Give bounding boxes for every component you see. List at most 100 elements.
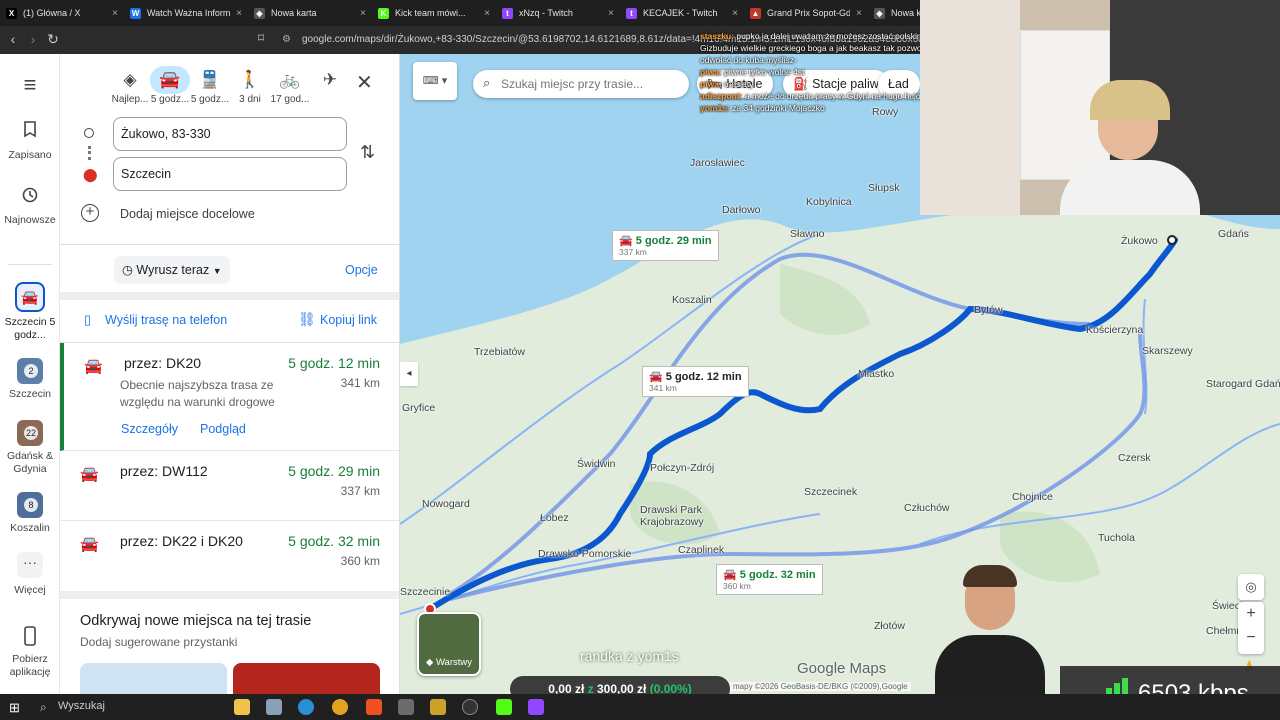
browser-tab[interactable]: ◈ Nowa karta × [248,0,372,26]
twitch-icon[interactable] [528,699,544,715]
town-label[interactable]: Człuchów [904,502,950,514]
back-icon[interactable]: ‹ [4,31,22,47]
browser-tab[interactable]: K Kick team mówi... × [372,0,496,26]
town-label[interactable]: Żukowo [1121,235,1158,247]
browser-tab[interactable]: t xNzq - Twitch × [496,0,620,26]
route-option-3[interactable]: 🚘 przez: DK22 i DK20 5 godz. 32 min 360 … [60,521,399,591]
town-label[interactable]: Jarosławiec [690,157,745,169]
windows-start-icon[interactable]: ⊞ [9,700,20,716]
travel-mode-flight[interactable]: ✈ [308,66,352,94]
add-destination-icon[interactable]: + [81,204,99,222]
route-search-input[interactable] [501,74,681,94]
town-label[interactable]: Nowogard [422,498,470,510]
route-preview-link[interactable]: Podgląd [200,422,246,436]
browser-tab[interactable]: t KECAJEK - Twitch × [620,0,744,26]
kick-icon[interactable] [496,699,512,715]
close-directions-icon[interactable]: ✕ [356,70,373,95]
town-label[interactable]: Szczecinie [400,586,450,598]
browser-tab[interactable]: X (1) Główna / X × [0,0,124,26]
town-label[interactable]: Drawsko Pomorskie [538,548,631,560]
zoom-in-button[interactable]: + [1238,602,1264,626]
town-label[interactable]: Szczecinek [804,486,857,498]
tab-close-icon[interactable]: × [856,8,862,19]
app-icon[interactable] [266,699,282,715]
route-option-2[interactable]: 🚘 przez: DW112 5 godz. 29 min 337 km [60,451,399,521]
file-explorer-icon[interactable] [234,699,250,715]
edge-icon[interactable] [298,699,314,715]
rail-recent-place[interactable]: 2 Szczecin [0,358,60,401]
layers-button[interactable]: ◆ Warstwy [417,612,481,676]
suggested-stop-card[interactable] [233,663,380,694]
app-icon[interactable] [398,699,414,715]
app-icon[interactable] [430,699,446,715]
route-search-box[interactable]: ⌕ [473,70,689,98]
zoom-out-button[interactable]: − [1238,626,1264,650]
town-label[interactable]: Złotów [874,620,905,632]
rail-more[interactable]: ··· Więcej [0,552,60,596]
rail-recent[interactable]: Najnowsze [0,186,60,227]
collapse-panel-icon[interactable]: ◂ [400,362,418,386]
tab-close-icon[interactable]: × [484,8,490,19]
tab-close-icon[interactable]: × [360,8,366,19]
tab-close-icon[interactable]: × [732,8,738,19]
rail-recent-place[interactable]: 22 Gdańsk & Gdynia [0,420,60,476]
route-details-link[interactable]: Szczegóły [121,422,178,436]
rail-saved[interactable]: Zapisano [0,120,60,161]
input-tools-button[interactable]: ⌨ ▾ [413,62,457,100]
town-label[interactable]: Czaplinek [678,544,724,556]
town-label[interactable]: Bytów [974,304,1003,316]
town-label[interactable]: Gdańs [1218,228,1249,240]
tab-close-icon[interactable]: × [608,8,614,19]
tab-close-icon[interactable]: × [112,8,118,19]
travel-mode-transit[interactable]: 🚆 5 godz... [188,66,232,105]
copy-link[interactable]: Kopiuj link [320,313,377,327]
town-label[interactable]: Kościerzyna [1086,324,1143,336]
town-label[interactable]: Łobez [540,512,569,524]
brave-icon[interactable] [366,699,382,715]
town-label[interactable]: Sławno [790,228,824,240]
travel-mode-walk[interactable]: 🚶 3 dni [228,66,272,105]
town-label[interactable]: Darłowo [722,204,761,216]
reload-icon[interactable]: ↻ [44,31,62,48]
route-option-1[interactable]: 🚘 przez: DK20 5 godz. 12 min 341 km Obec… [60,343,399,451]
route-time-label[interactable]: 🚘 5 godz. 12 min 341 km [642,366,749,397]
browser-tab[interactable]: ▲ Grand Prix Sopot-Gdynia × [744,0,868,26]
site-info-icon[interactable]: ⚙ [282,30,291,50]
bookmark-icon[interactable]: ⌑ [252,31,270,45]
rail-current-route[interactable]: 🚘 Szczecin 5 godz... [0,282,60,342]
taskbar-search[interactable]: Wyszukaj [58,700,105,712]
town-label[interactable]: Skarszewy [1142,345,1193,357]
route-time-label[interactable]: 🚘 5 godz. 32 min 360 km [716,564,823,595]
options-link[interactable]: Opcje [345,263,378,277]
swap-icon[interactable]: ⇅ [360,142,375,163]
chrome-icon[interactable] [332,699,348,715]
route-time-label[interactable]: 🚘 5 godz. 29 min 337 km [612,230,719,261]
obs-icon[interactable] [462,699,478,715]
suggested-stop-card[interactable] [80,663,227,694]
add-destination-label[interactable]: Dodaj miejsce docelowe [120,207,255,221]
send-to-phone-link[interactable]: Wyślij trasę na telefon [105,313,227,327]
town-label[interactable]: Chojnice [1012,491,1053,503]
destination-input[interactable]: Szczecin [113,157,347,191]
forward-icon[interactable]: › [24,31,42,47]
menu-icon[interactable]: ≡ [0,72,60,98]
town-label[interactable]: Świdwin [577,458,616,470]
travel-mode-car[interactable]: 🚘 5 godz... [148,66,192,105]
town-label[interactable]: Czersk [1118,452,1151,464]
town-label[interactable]: Starogard Gdański [1206,378,1280,390]
travel-mode-best[interactable]: ◈ Najlep... [108,66,152,105]
town-label[interactable]: Miastko [858,368,894,380]
origin-input[interactable]: Żukowo, 83-330 [113,117,347,151]
town-label[interactable]: Gryfice [402,402,435,414]
town-label[interactable]: Trzebiatów [474,346,525,358]
my-location-icon[interactable]: ◎ [1238,574,1264,600]
town-label[interactable]: Drawski Park Krajobrazowy [640,504,720,528]
town-label[interactable]: Tuchola [1098,532,1135,544]
town-label[interactable]: Połczyn-Zdrój [650,462,714,474]
town-label[interactable]: Słupsk [868,182,900,194]
tab-close-icon[interactable]: × [236,8,242,19]
browser-tab[interactable]: W Watch Ważna Informacja × [124,0,248,26]
depart-time-select[interactable]: ◷ Wyrusz teraz ▼ [114,256,230,284]
town-label[interactable]: Kobylnica [806,196,852,208]
rail-get-app[interactable]: Pobierz aplikację [0,626,60,679]
